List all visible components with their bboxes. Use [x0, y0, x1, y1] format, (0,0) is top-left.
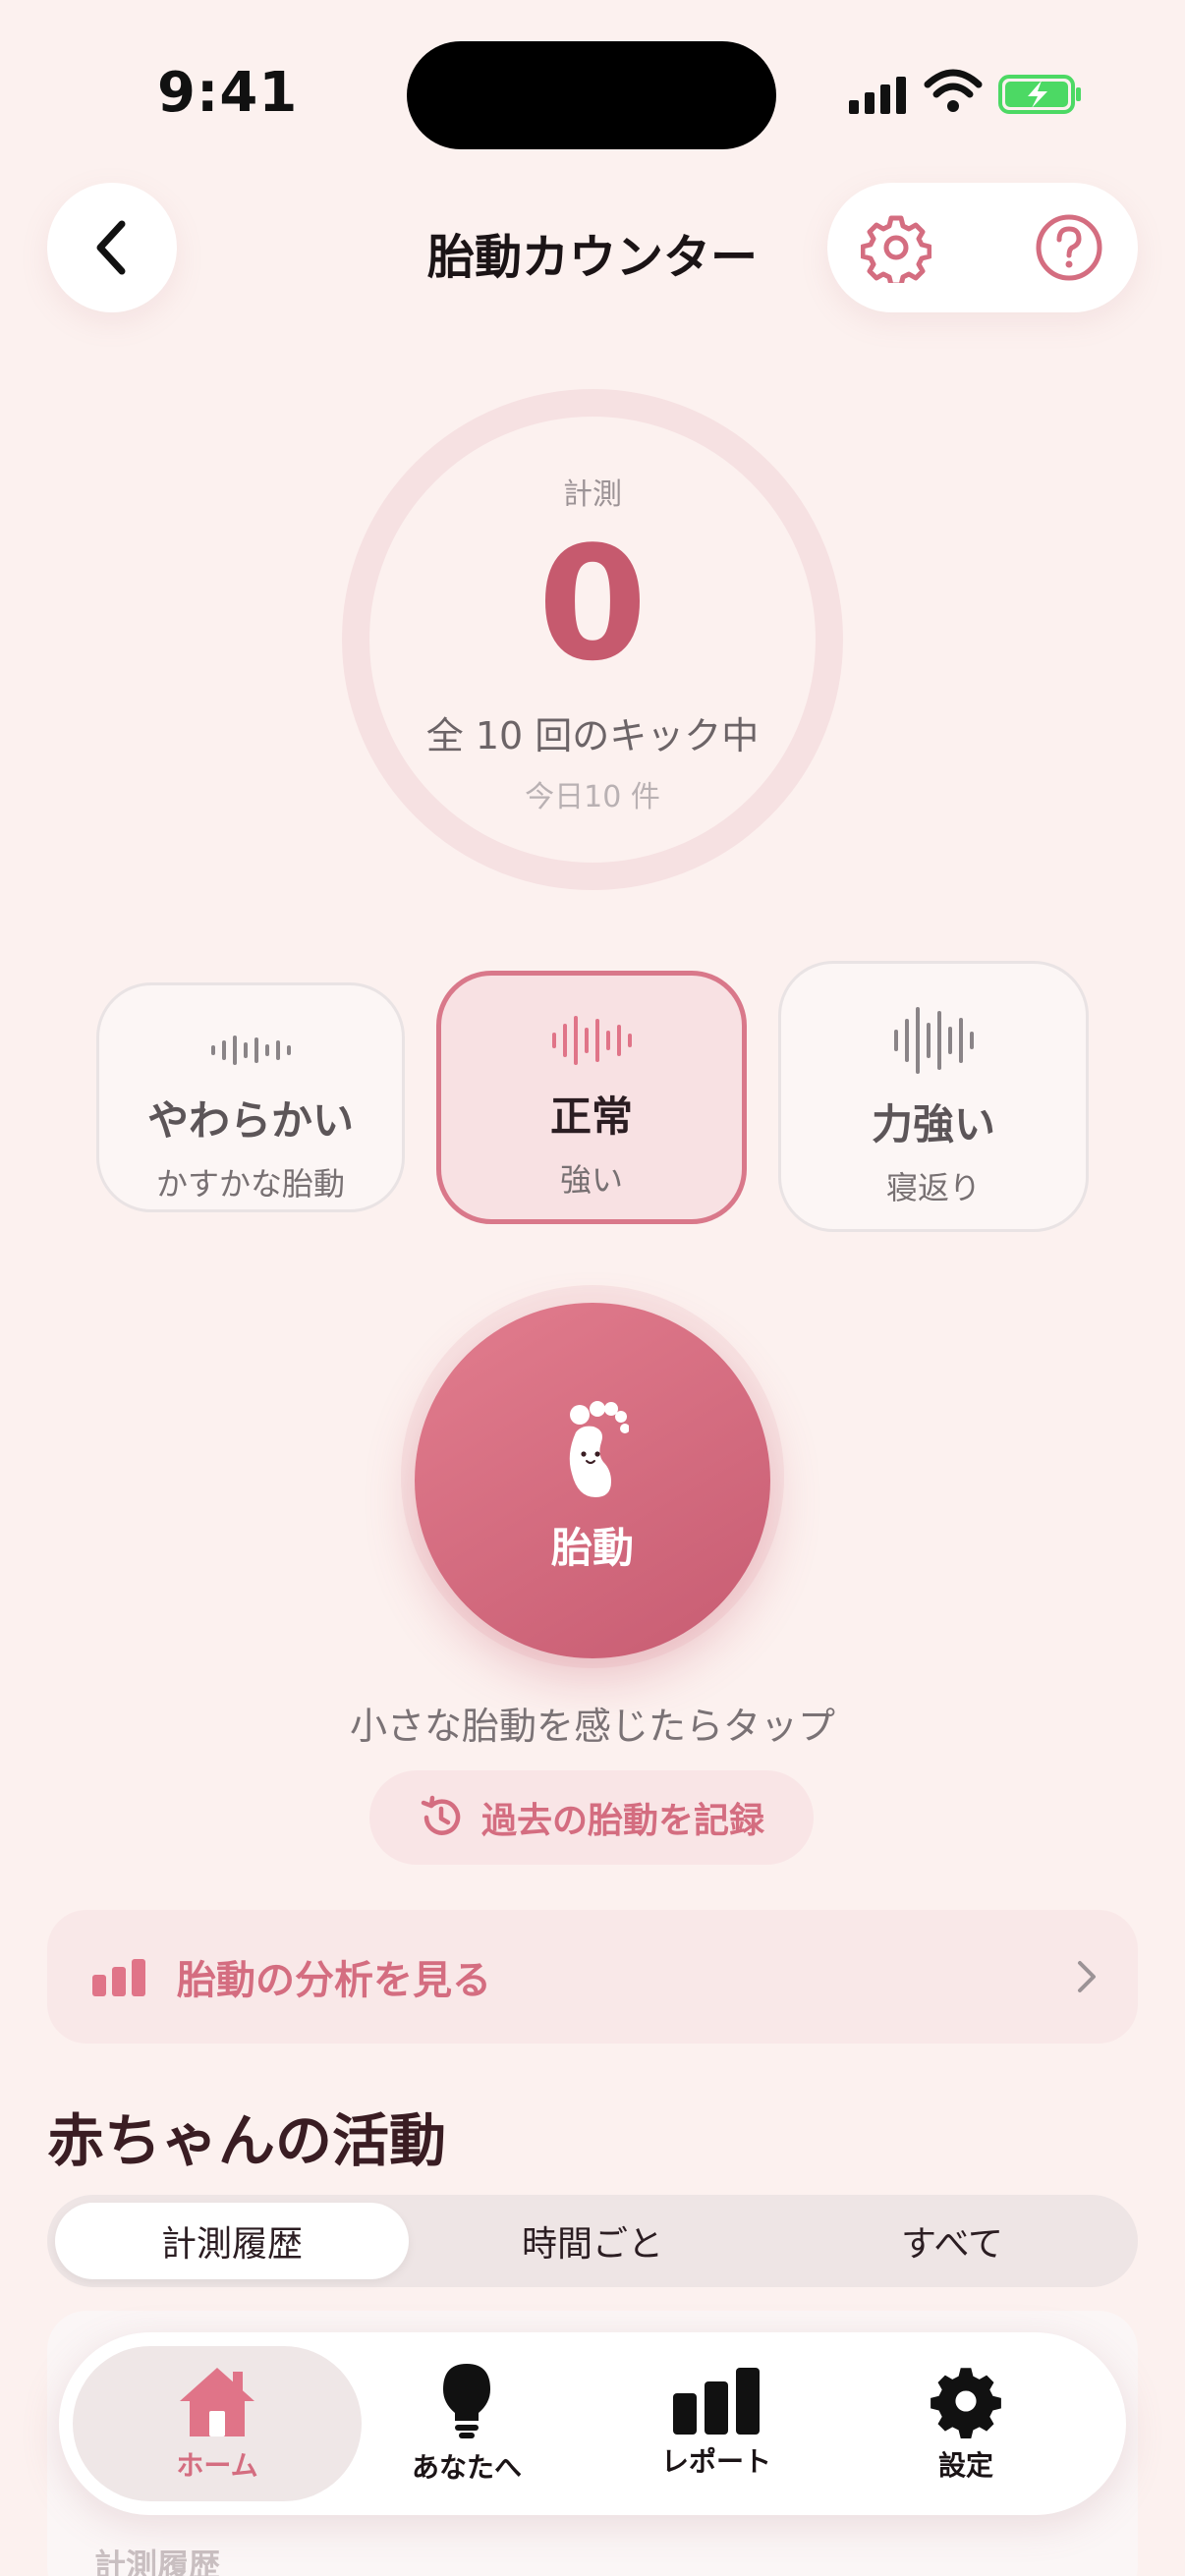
tabbar-label: レポート	[660, 2445, 771, 2478]
bar-chart-icon	[673, 2368, 760, 2435]
baby-foot-icon	[569, 1401, 629, 1497]
gear-icon	[931, 2368, 1001, 2438]
tap-hint: 小さな胎動を感じたらタップ	[349, 1705, 835, 1748]
status-time: 9:41	[157, 61, 299, 125]
tab-hourly[interactable]: 時間ごと	[411, 2203, 774, 2279]
cellular-signal-icon	[849, 73, 908, 114]
header-actions	[827, 183, 1138, 312]
kick-count: 0	[537, 512, 648, 696]
chevron-right-icon	[1078, 1961, 1096, 1992]
battery-charging-icon	[998, 75, 1081, 114]
today-count: 今日10 件	[525, 780, 660, 814]
intensity-card-normal[interactable]: 正常 強い	[436, 971, 747, 1224]
log-past-kick-button[interactable]: 過去の胎動を記録	[369, 1770, 814, 1865]
back-button[interactable]	[47, 183, 177, 312]
log-past-kick-label: 過去の胎動を記録	[480, 1801, 764, 1841]
tabbar-item-settings[interactable]: 設定	[821, 2346, 1110, 2501]
intensity-title: 正常	[549, 1092, 633, 1141]
question-circle-icon	[1036, 214, 1102, 281]
intensity-subtitle: かすかな胎動	[155, 1165, 345, 1203]
tabbar-item-for-you[interactable]: あなたへ	[322, 2346, 611, 2501]
analysis-link[interactable]: 胎動の分析を見る	[47, 1910, 1138, 2044]
intensity-card-soft[interactable]: やわらかい かすかな胎動	[96, 982, 405, 1212]
house-icon	[180, 2368, 254, 2436]
wifi-icon	[924, 69, 983, 112]
kick-goal-text: 全 10 回のキック中	[425, 714, 760, 757]
kick-button[interactable]: 胎動	[415, 1303, 770, 1658]
analysis-link-label: 胎動の分析を見る	[177, 1958, 491, 2003]
page-title: 胎動カウンター	[426, 230, 758, 285]
sound-wave-icon	[893, 1005, 974, 1076]
intensity-subtitle: 寝返り	[885, 1169, 981, 1206]
counter-label: 計測	[563, 477, 622, 512]
chevron-left-icon	[96, 220, 126, 275]
history-clock-icon	[421, 1795, 461, 1835]
tabbar-label: 設定	[937, 2449, 993, 2482]
help-button[interactable]	[1030, 208, 1108, 287]
tabbar-label: ホーム	[176, 2449, 258, 2482]
gear-icon	[861, 215, 931, 283]
settings-button[interactable]	[857, 208, 935, 287]
kick-button-label: 胎動	[550, 1524, 634, 1572]
tabbar-label: あなたへ	[411, 2451, 522, 2484]
bar-chart-icon	[92, 1959, 145, 1996]
tabbar-item-report[interactable]: レポート	[572, 2346, 861, 2501]
bottom-tab-bar: ホーム あなたへ レポート 設定	[59, 2332, 1126, 2515]
list-heading: 計測履歴	[94, 2547, 221, 2576]
tab-measurement-history[interactable]: 計測履歴	[55, 2203, 409, 2279]
sound-wave-icon	[551, 1013, 632, 1068]
dynamic-island	[407, 41, 776, 149]
intensity-subtitle: 強い	[559, 1161, 623, 1199]
tabbar-item-home[interactable]: ホーム	[73, 2346, 362, 2501]
tab-all[interactable]: すべて	[774, 2203, 1130, 2279]
intensity-title: やわらかい	[146, 1096, 354, 1145]
lightbulb-icon	[443, 2364, 490, 2438]
sound-wave-icon	[210, 1031, 291, 1070]
activity-segmented-control: 計測履歴 時間ごと すべて	[47, 2195, 1138, 2287]
intensity-title: 力強い	[871, 1100, 995, 1148]
activity-section-title: 赤ちゃんの活動	[47, 2107, 447, 2174]
intensity-card-strong[interactable]: 力強い 寝返り	[778, 961, 1089, 1232]
